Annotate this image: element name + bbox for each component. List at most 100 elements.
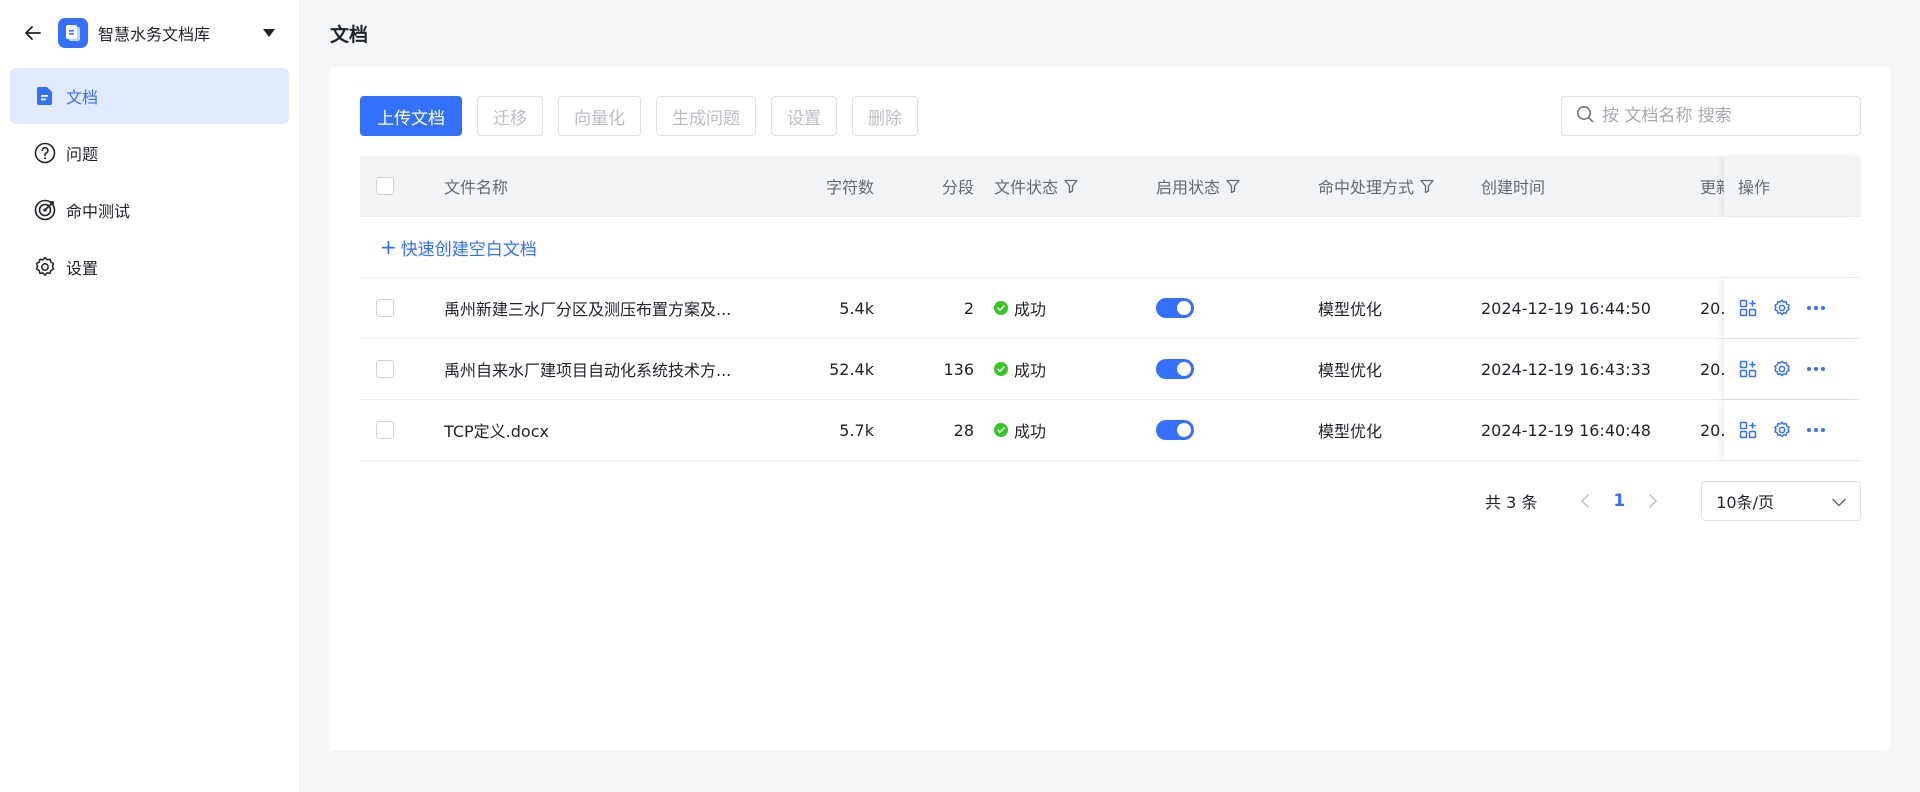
segment-icon[interactable] <box>1738 420 1758 440</box>
more-icon[interactable] <box>1806 298 1826 318</box>
file-status-text: 成功 <box>1014 422 1047 441</box>
target-icon <box>34 199 56 221</box>
table-header-row: 文件名称 字符数 分段 文件状态 启用状态 命中处理方式 创建时间 更新 操作 <box>360 156 1861 217</box>
header-created: 创建时间 <box>1481 178 1546 197</box>
file-name[interactable]: 禹州新建三水厂分区及测压布置方案及... <box>444 296 759 320</box>
more-icon[interactable] <box>1806 420 1826 440</box>
cell-file-status: 成功 <box>994 278 1134 338</box>
sidebar: 智慧水务文档库 文档 问题 命中测试 设置 <box>0 0 300 792</box>
cell-segments: 2 <box>963 298 974 318</box>
header-enable-status: 启用状态 <box>1156 156 1296 216</box>
toolbar: 上传文档 迁移 向量化 生成问题 设置 删除 <box>360 96 918 136</box>
upload-document-button[interactable]: 上传文档 <box>360 96 462 136</box>
sidebar-item-documents[interactable]: 文档 <box>10 68 289 124</box>
segment-icon[interactable] <box>1738 298 1758 318</box>
file-name[interactable]: 禹州自来水厂建项目自动化系统技术方... <box>444 357 759 381</box>
cell-enable-status <box>1156 400 1296 460</box>
header-hit-method-label: 命中处理方式 <box>1318 178 1415 197</box>
cell-hit-method: 模型优化 <box>1318 422 1383 441</box>
plus-icon: + <box>380 235 397 259</box>
cell-ops <box>1724 278 1861 338</box>
migrate-button[interactable]: 迁移 <box>477 96 543 136</box>
enable-toggle[interactable] <box>1156 359 1194 379</box>
filter-icon[interactable] <box>1420 179 1434 193</box>
vectorize-button[interactable]: 向量化 <box>558 96 641 136</box>
question-circle-icon <box>34 142 56 164</box>
cell-enable-status <box>1156 278 1296 338</box>
knowledge-base-logo-icon <box>58 18 88 48</box>
check-circle-icon <box>994 301 1008 315</box>
select-all-checkbox[interactable] <box>376 177 394 195</box>
document-icon <box>34 85 56 107</box>
row-checkbox[interactable] <box>376 360 394 378</box>
cell-name[interactable]: TCP定义.docx <box>444 400 764 460</box>
cell-name[interactable]: 禹州自来水厂建项目自动化系统技术方... <box>444 339 764 399</box>
back-arrow-icon[interactable] <box>20 20 46 46</box>
cell-created: 2024-12-19 16:43:33 <box>1481 359 1651 379</box>
cell-file-status: 成功 <box>994 339 1134 399</box>
page-size-select[interactable]: 10条/页 <box>1701 481 1862 521</box>
enable-toggle[interactable] <box>1156 420 1194 440</box>
check-circle-icon <box>994 362 1008 376</box>
row-checkbox[interactable] <box>376 299 394 317</box>
delete-button[interactable]: 删除 <box>852 96 918 136</box>
sidebar-item-questions[interactable]: 问题 <box>10 125 289 181</box>
row-checkbox[interactable] <box>376 421 394 439</box>
more-icon[interactable] <box>1806 359 1826 379</box>
cell-hit-method: 模型优化 <box>1318 361 1383 380</box>
sidebar-item-settings[interactable]: 设置 <box>10 239 289 295</box>
total-count: 共 3 条 <box>1485 493 1538 512</box>
cell-name[interactable]: 禹州新建三水厂分区及测压布置方案及... <box>444 278 764 338</box>
header-ops: 操作 <box>1724 156 1861 216</box>
gear-icon[interactable] <box>1772 420 1792 440</box>
filter-icon[interactable] <box>1064 179 1078 193</box>
sidebar-item-label: 设置 <box>66 259 99 278</box>
header-name: 文件名称 <box>444 178 509 197</box>
search-input[interactable] <box>1602 106 1842 126</box>
sidebar-item-label: 命中测试 <box>66 202 131 221</box>
cell-chars: 5.4k <box>839 298 874 318</box>
quick-create-row: + 快速创建空白文档 <box>360 217 1861 278</box>
documents-table: 文件名称 字符数 分段 文件状态 启用状态 命中处理方式 创建时间 更新 操作 … <box>360 156 1861 461</box>
chevron-right-icon[interactable] <box>1643 491 1663 511</box>
cell-chars: 5.7k <box>839 420 874 440</box>
filter-icon[interactable] <box>1226 179 1240 193</box>
sidebar-item-hit-test[interactable]: 命中测试 <box>10 182 289 238</box>
file-name[interactable]: TCP定义.docx <box>444 418 759 442</box>
quick-create-label: 快速创建空白文档 <box>400 239 537 260</box>
quick-create-link[interactable]: + 快速创建空白文档 <box>380 217 537 277</box>
header-enable-status-label: 启用状态 <box>1156 178 1221 197</box>
page-number-current[interactable]: 1 <box>1613 491 1625 511</box>
chevron-left-icon[interactable] <box>1575 491 1595 511</box>
table-row[interactable]: 禹州新建三水厂分区及测压布置方案及... 5.4k 2 成功 模型优化 2024… <box>360 278 1861 339</box>
page-title: 文档 <box>330 24 369 46</box>
gear-icon[interactable] <box>1772 298 1792 318</box>
chevron-down-icon <box>1832 492 1846 511</box>
table-row[interactable]: TCP定义.docx 5.7k 28 成功 模型优化 2024-12-19 16… <box>360 400 1861 461</box>
table-row[interactable]: 禹州自来水厂建项目自动化系统技术方... 52.4k 136 成功 模型优化 2… <box>360 339 1861 400</box>
header-file-status-label: 文件状态 <box>994 178 1059 197</box>
segment-icon[interactable] <box>1738 359 1758 379</box>
sidebar-item-label: 文档 <box>66 88 99 107</box>
page-size-value: 10条/页 <box>1716 493 1774 512</box>
cell-ops <box>1724 400 1861 460</box>
search-icon <box>1576 105 1594 127</box>
cell-created: 2024-12-19 16:40:48 <box>1481 420 1651 440</box>
enable-toggle[interactable] <box>1156 298 1194 318</box>
gear-icon[interactable] <box>1772 359 1792 379</box>
search-box[interactable] <box>1561 96 1861 136</box>
generate-questions-button[interactable]: 生成问题 <box>656 96 756 136</box>
cell-ops <box>1724 339 1861 399</box>
settings-button[interactable]: 设置 <box>771 96 837 136</box>
cell-created: 2024-12-19 16:44:50 <box>1481 298 1651 318</box>
cell-hit-method: 模型优化 <box>1318 300 1383 319</box>
header-file-status: 文件状态 <box>994 156 1134 216</box>
check-circle-icon <box>994 423 1008 437</box>
cell-enable-status <box>1156 339 1296 399</box>
header-segments: 分段 <box>941 178 974 197</box>
header-chars: 字符数 <box>825 178 874 197</box>
cell-chars: 52.4k <box>829 359 874 379</box>
caret-down-icon[interactable] <box>259 23 279 43</box>
cell-segments: 136 <box>943 359 974 379</box>
file-status-text: 成功 <box>1014 361 1047 380</box>
